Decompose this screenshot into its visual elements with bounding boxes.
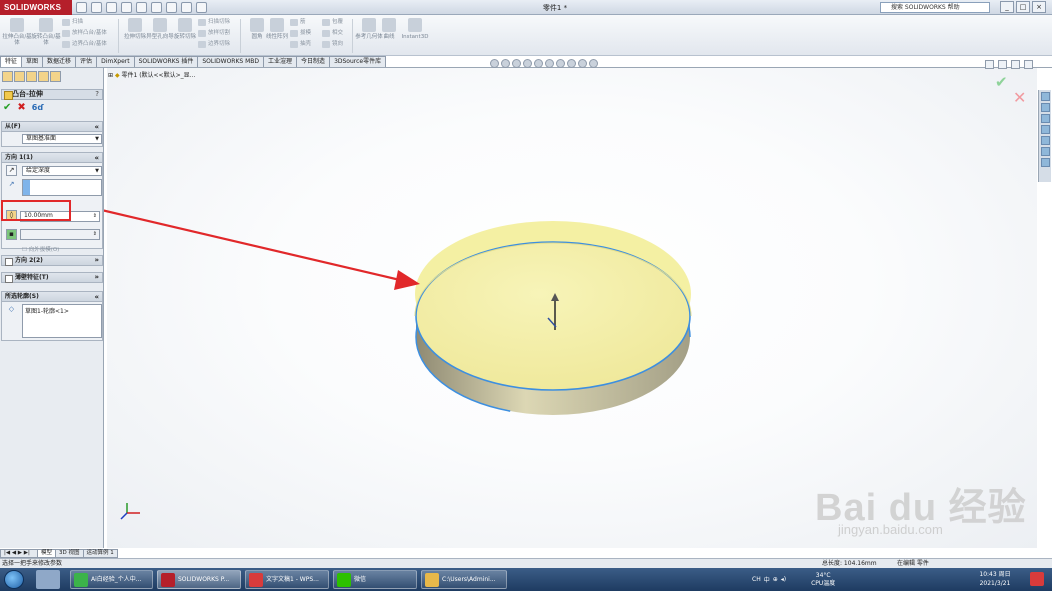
wps-icon — [249, 573, 263, 587]
start-button[interactable] — [4, 570, 24, 589]
contour-list-item[interactable]: 草图1-轮廓<1> — [25, 308, 69, 315]
detailed-preview-button[interactable]: 6ɗ — [32, 102, 44, 113]
taskbar-task-solidworks[interactable]: SOLIDWORKS P... — [157, 570, 241, 589]
expand-chevron-icon[interactable]: » — [94, 273, 99, 282]
tab-model[interactable]: 模型 — [37, 549, 57, 558]
network-icon[interactable]: ⊕ — [773, 576, 778, 583]
status-bar: 选择一把手来修改参数 总长度: 104.16mm 在编辑 零件 — [0, 558, 1052, 568]
status-mode: 在编辑 零件 — [897, 560, 929, 567]
tab-3d-views[interactable]: 3D 视图 — [55, 549, 84, 558]
collapse-chevron-icon[interactable]: « — [94, 292, 99, 302]
status-message: 选择一把手来修改参数 — [2, 560, 63, 567]
cancel-button[interactable]: ✖ — [17, 102, 25, 113]
help-icon[interactable]: ? — [95, 90, 99, 99]
from-group-header[interactable]: 从(F) « — [2, 122, 102, 132]
manager-pane-tabs — [2, 71, 61, 82]
system-tray: CH 中 ⊕ ◂) 34°C CPU温度 — [752, 570, 835, 589]
direction-vector-icon: ↗ — [8, 180, 15, 188]
taskbar-task-browser[interactable]: Ai白经验_个人中... — [70, 570, 153, 589]
selected-contours-group: 所选轮廓(S) « ◇ 草图1-轮廓<1> — [1, 291, 103, 341]
draft-outward-checkbox[interactable]: ☐ 向外拔模(O) — [22, 245, 59, 253]
input-method-icon[interactable]: 中 — [764, 575, 770, 584]
temperature-widget[interactable]: 34°C CPU温度 — [811, 572, 835, 588]
baidu-watermark-url: jingyan.baidu.com — [838, 522, 943, 537]
volume-icon[interactable]: ◂) — [781, 576, 786, 583]
solidworks-icon — [161, 573, 175, 587]
featuremanager-tab-icon[interactable] — [2, 71, 13, 82]
from-group: 从(F) « 草图基准面 ▼ — [1, 121, 103, 147]
ok-button[interactable]: ✔ — [3, 102, 11, 113]
expand-chevron-icon[interactable]: » — [94, 256, 99, 265]
status-length: 总长度: 104.16mm — [822, 560, 877, 567]
pm-action-buttons: ✔ ✖ 6ɗ — [3, 102, 44, 113]
draft-angle-input[interactable]: ⇕ — [20, 229, 100, 240]
from-select[interactable]: 草图基准面 ▼ — [22, 134, 102, 144]
clock-time: 10:43 周日 — [979, 571, 1011, 578]
direction2-group[interactable]: 方向 2(2)» — [1, 255, 103, 266]
depth-highlight-box — [1, 200, 71, 221]
spin-arrows-icon[interactable]: ⇕ — [93, 212, 97, 220]
contours-list[interactable]: 草图1-轮廓<1> — [22, 304, 102, 338]
display-manager-tab-icon[interactable] — [50, 71, 61, 82]
merge-result-icon: ▪ — [6, 229, 17, 240]
collapse-chevron-icon[interactable]: « — [94, 122, 99, 132]
notification-icon[interactable] — [1030, 572, 1044, 586]
thin-feature-group[interactable]: 薄壁特征(T)» — [1, 272, 103, 283]
clock-date: 2021/3/21 — [979, 580, 1011, 587]
taskbar-task-explorer[interactable]: C:\Users\Admini... — [421, 570, 507, 589]
configurationmanager-tab-icon[interactable] — [26, 71, 37, 82]
taskbar-task-wechat[interactable]: 微信 — [333, 570, 417, 589]
propertymanager-tab-icon[interactable] — [14, 71, 25, 82]
direction-vector-selection-box[interactable] — [22, 179, 102, 196]
tab-motion-study[interactable]: 运动算例 1 — [82, 549, 118, 558]
solidworks-window: SOLIDWORKS 零件1 * 搜索 SOLIDWORKS 帮助 _ □ × … — [0, 0, 1052, 591]
property-manager-title: 凸台-拉伸 ? — [1, 89, 103, 100]
reverse-direction-icon[interactable]: ↗ — [6, 165, 17, 176]
dropdown-arrow-icon: ▼ — [95, 168, 99, 174]
dropdown-arrow-icon: ▼ — [95, 136, 99, 142]
wechat-icon — [337, 573, 351, 587]
folder-icon — [425, 573, 439, 587]
red-annotation-arrow — [92, 206, 420, 290]
tab-nav-arrows[interactable]: |◀ ◀ ▶ ▶| — [0, 549, 38, 558]
spin-arrows-icon[interactable]: ⇕ — [93, 230, 97, 238]
file-explorer-pinned-icon[interactable] — [36, 570, 60, 589]
selected-contours-header[interactable]: 所选轮廓(S) « — [2, 292, 102, 302]
taskbar-task-wps[interactable]: 文字文稿1 - WPS... — [245, 570, 329, 589]
extruded-disk[interactable] — [414, 221, 692, 416]
browser-icon — [74, 573, 88, 587]
bottom-tabs: |◀ ◀ ▶ ▶| 模型 3D 视图 运动算例 1 — [0, 549, 140, 558]
direction1-header[interactable]: 方向 1(1) « — [2, 153, 102, 163]
end-condition-select[interactable]: 给定深度 ▼ — [22, 166, 102, 176]
contour-icon: ◇ — [8, 305, 15, 313]
taskbar-clock[interactable]: 10:43 周日 2021/3/21 — [965, 570, 1025, 588]
disk-sketch-profile — [415, 241, 691, 391]
language-icon[interactable]: CH — [752, 576, 761, 583]
triad-axes-icon — [120, 503, 140, 520]
collapse-chevron-icon[interactable]: « — [94, 153, 99, 163]
dimxpert-tab-icon[interactable] — [38, 71, 49, 82]
